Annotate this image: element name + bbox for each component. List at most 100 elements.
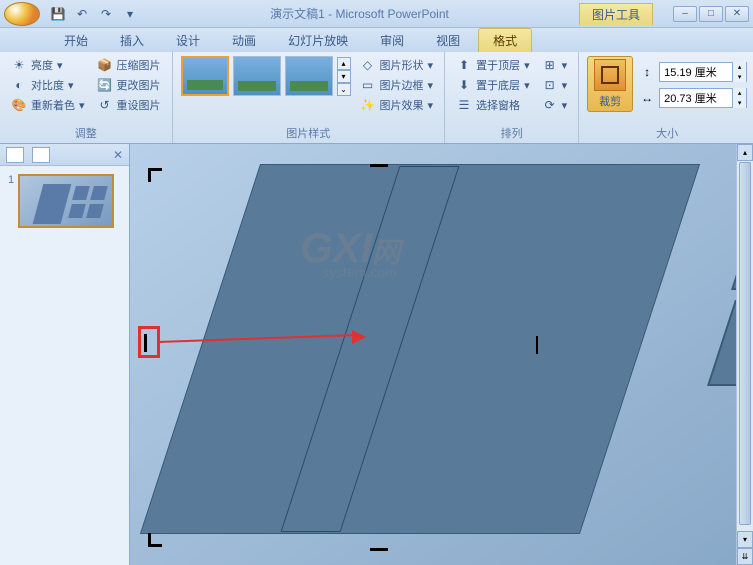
height-spinner[interactable]: ▴▾ xyxy=(659,62,747,82)
window-controls: – □ ✕ xyxy=(673,6,749,22)
group-picture-styles: ▴ ▾ ⌄ ◇图片形状▾ ▭图片边框▾ ✨图片效果▾ 图片样式 xyxy=(173,52,446,143)
scrollbar-thumb[interactable] xyxy=(739,162,751,525)
redo-icon: ↷ xyxy=(101,7,111,21)
height-icon: ↕ xyxy=(639,64,655,80)
thumbnail-area: 1 xyxy=(0,166,129,236)
close-button[interactable]: ✕ xyxy=(725,6,749,22)
tab-format[interactable]: 格式 xyxy=(478,28,532,52)
vertical-scrollbar[interactable]: ▴ ▾ ⇊ xyxy=(736,144,753,565)
height-down[interactable]: ▾ xyxy=(732,72,746,82)
height-input[interactable] xyxy=(660,66,732,78)
compress-button[interactable]: 📦压缩图片 xyxy=(94,56,164,74)
picture-effects-button[interactable]: ✨图片效果▾ xyxy=(357,96,437,114)
recolor-icon: 🎨 xyxy=(11,97,27,113)
save-icon: 💾 xyxy=(51,7,66,21)
slides-tab[interactable] xyxy=(6,147,24,163)
gallery-more[interactable]: ⌄ xyxy=(337,83,351,96)
height-up[interactable]: ▴ xyxy=(732,62,746,72)
selection-pane-button[interactable]: ☰选择窗格 xyxy=(453,96,533,114)
office-button[interactable] xyxy=(4,2,40,26)
back-icon: ⬇ xyxy=(456,77,472,93)
gallery-item[interactable] xyxy=(233,56,281,96)
minimize-button[interactable]: – xyxy=(673,6,697,22)
ribbon: ☀亮度▾ ◐对比度▾ 🎨重新着色▾ 📦压缩图片 🔄更改图片 ↺重设图片 调整 ▴… xyxy=(0,52,753,144)
reset-picture-button[interactable]: ↺重设图片 xyxy=(94,96,164,114)
front-icon: ⬆ xyxy=(456,57,472,73)
tab-slideshow[interactable]: 幻灯片放映 xyxy=(274,29,362,52)
align-icon: ⊞ xyxy=(542,57,558,73)
chevron-down-icon: ▾ xyxy=(68,79,74,92)
width-spinner[interactable]: ▴▾ xyxy=(659,88,747,108)
style-gallery: ▴ ▾ ⌄ xyxy=(181,56,351,96)
tab-design[interactable]: 设计 xyxy=(162,29,214,52)
width-down[interactable]: ▾ xyxy=(732,98,746,108)
group-icon: ⊡ xyxy=(542,77,558,93)
group-label-styles: 图片样式 xyxy=(181,123,437,141)
workspace: ✕ 1 xyxy=(0,144,753,565)
compress-icon: 📦 xyxy=(97,57,113,73)
thumbnail-image xyxy=(18,174,114,228)
scroll-up-button[interactable]: ▴ xyxy=(737,144,753,161)
crop-handle-tl[interactable] xyxy=(148,168,151,182)
tab-review[interactable]: 审阅 xyxy=(366,29,418,52)
gallery-up[interactable]: ▴ xyxy=(337,57,351,70)
align-button[interactable]: ⊞▾ xyxy=(539,56,571,74)
crop-handle-bl[interactable] xyxy=(148,533,151,547)
change-icon: 🔄 xyxy=(97,77,113,93)
group-label-size: 大小 xyxy=(587,123,747,141)
width-input[interactable] xyxy=(660,92,732,104)
tab-animation[interactable]: 动画 xyxy=(218,29,270,52)
tab-home[interactable]: 开始 xyxy=(50,29,102,52)
slide-editor[interactable]: GXI网 system.com ▴ ▾ ⇊ xyxy=(130,144,753,565)
chevron-down-icon: ▾ xyxy=(79,99,85,112)
contextual-tab-label: 图片工具 xyxy=(579,3,653,25)
gallery-item[interactable] xyxy=(285,56,333,96)
gallery-down[interactable]: ▾ xyxy=(337,70,351,83)
picture-border-button[interactable]: ▭图片边框▾ xyxy=(357,76,437,94)
cursor-indicator xyxy=(536,336,538,354)
tab-insert[interactable]: 插入 xyxy=(106,29,158,52)
chevron-down-icon: ▾ xyxy=(562,79,568,92)
crop-icon xyxy=(594,59,626,91)
recolor-button[interactable]: 🎨重新着色▾ xyxy=(8,96,88,114)
slide-thumbnail[interactable]: 1 xyxy=(8,174,121,228)
undo-icon: ↶ xyxy=(77,7,87,21)
slide-panel: ✕ 1 xyxy=(0,144,130,565)
picture-shape-button[interactable]: ◇图片形状▾ xyxy=(357,56,437,74)
chevron-down-icon: ▾ xyxy=(524,59,530,72)
width-up[interactable]: ▴ xyxy=(732,88,746,98)
pane-icon: ☰ xyxy=(456,97,472,113)
scroll-down-button[interactable]: ▾ xyxy=(737,531,753,548)
crop-button[interactable]: 裁剪 xyxy=(587,56,633,112)
group-size: 裁剪 ↕ ▴▾ ↔ ▴▾ 大小 xyxy=(579,52,753,143)
contrast-icon: ◐ xyxy=(11,77,27,93)
outline-tab[interactable] xyxy=(32,147,50,163)
panel-tabs: ✕ xyxy=(0,144,129,166)
crop-handle-bm[interactable] xyxy=(370,548,388,551)
rotate-button[interactable]: ⟳▾ xyxy=(539,96,571,114)
slide-number: 1 xyxy=(8,174,14,228)
redo-button[interactable]: ↷ xyxy=(96,4,116,24)
effects-icon: ✨ xyxy=(360,97,376,113)
gallery-item[interactable] xyxy=(181,56,229,96)
tab-view[interactable]: 视图 xyxy=(422,29,474,52)
chevron-down-icon: ▾ xyxy=(428,79,434,92)
annotation-box xyxy=(138,326,160,358)
change-picture-button[interactable]: 🔄更改图片 xyxy=(94,76,164,94)
scroll-next-button[interactable]: ⇊ xyxy=(737,548,753,565)
contrast-button[interactable]: ◐对比度▾ xyxy=(8,76,88,94)
group-adjust: ☀亮度▾ ◐对比度▾ 🎨重新着色▾ 📦压缩图片 🔄更改图片 ↺重设图片 调整 xyxy=(0,52,173,143)
bring-front-button[interactable]: ⬆置于顶层▾ xyxy=(453,56,533,74)
qat-dropdown[interactable]: ▾ xyxy=(120,4,140,24)
group-button[interactable]: ⊡▾ xyxy=(539,76,571,94)
maximize-button[interactable]: □ xyxy=(699,6,723,22)
save-button[interactable]: 💾 xyxy=(48,4,68,24)
brightness-button[interactable]: ☀亮度▾ xyxy=(8,56,88,74)
panel-close-button[interactable]: ✕ xyxy=(113,148,123,162)
crop-handle-tm[interactable] xyxy=(370,164,388,167)
undo-button[interactable]: ↶ xyxy=(72,4,92,24)
width-icon: ↔ xyxy=(639,90,655,106)
brightness-icon: ☀ xyxy=(11,57,27,73)
send-back-button[interactable]: ⬇置于底层▾ xyxy=(453,76,533,94)
chevron-down-icon: ▾ xyxy=(428,99,434,112)
